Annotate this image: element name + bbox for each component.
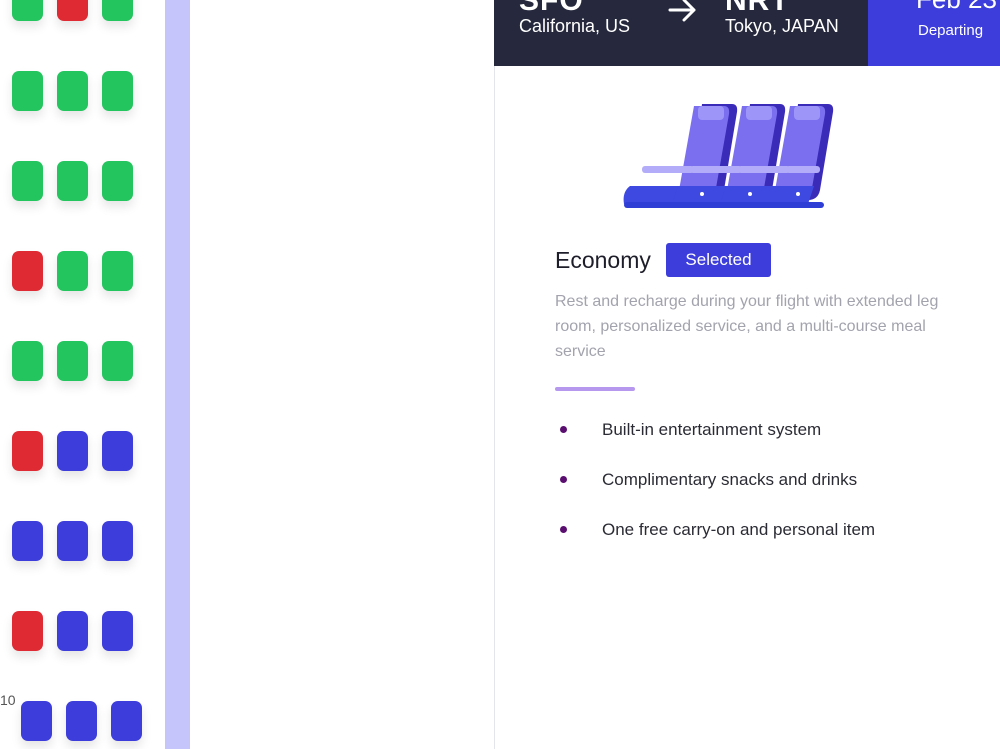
seat-available[interactable] [57,71,88,111]
arrow-right-icon [668,0,696,22]
feature-text: Complimentary snacks and drinks [602,470,858,489]
seat-selected[interactable] [111,701,142,741]
seat-available[interactable] [57,161,88,201]
seat-available[interactable] [102,0,133,21]
seat-available[interactable] [57,251,88,291]
selected-button[interactable]: Selected [666,243,771,277]
departure-date-badge[interactable]: Feb 23 Departing [868,0,1000,66]
seat-available[interactable] [102,71,133,111]
seat-selected[interactable] [57,431,88,471]
seat-selected[interactable] [57,521,88,561]
seat-selected[interactable] [102,431,133,471]
seat-selected[interactable] [12,521,43,561]
seat-map: 10 [0,0,165,749]
origin-city: California, US [519,16,631,36]
row-number-label: 10 [0,692,16,708]
destination-city: Tokyo, JAPAN [725,16,839,36]
airplane-seats-icon [623,104,834,208]
seat-available[interactable] [102,251,133,291]
seat-available[interactable] [12,341,43,381]
feature-text: One free carry-on and personal item [602,520,876,539]
seat-occupied[interactable] [12,431,43,471]
bullet-icon [560,476,567,483]
seat-selected[interactable] [57,611,88,651]
departing-label: Departing [918,22,984,39]
bullet-icon [560,426,567,433]
seat-available[interactable] [12,161,43,201]
seat-selected[interactable] [102,521,133,561]
seat-available[interactable] [102,341,133,381]
departure-date: Feb 23 [916,0,997,15]
seat-available[interactable] [12,0,43,21]
panel-border [494,66,495,749]
seat-selected[interactable] [102,611,133,651]
seat-occupied[interactable] [12,251,43,291]
seat-available[interactable] [12,71,43,111]
feature-text: Built-in entertainment system [602,420,822,439]
seat-selected[interactable] [66,701,97,741]
content-area [190,0,494,749]
fare-description: Rest and recharge during your flight wit… [555,293,939,360]
seat-occupied[interactable] [57,0,88,21]
accent-divider [555,387,635,391]
seat-selected[interactable] [21,701,52,741]
bullet-icon [560,526,567,533]
seat-available[interactable] [102,161,133,201]
seat-occupied[interactable] [12,611,43,651]
seat-map-divider [165,0,190,749]
seat-available[interactable] [57,341,88,381]
fare-class-name: Economy [555,247,651,273]
